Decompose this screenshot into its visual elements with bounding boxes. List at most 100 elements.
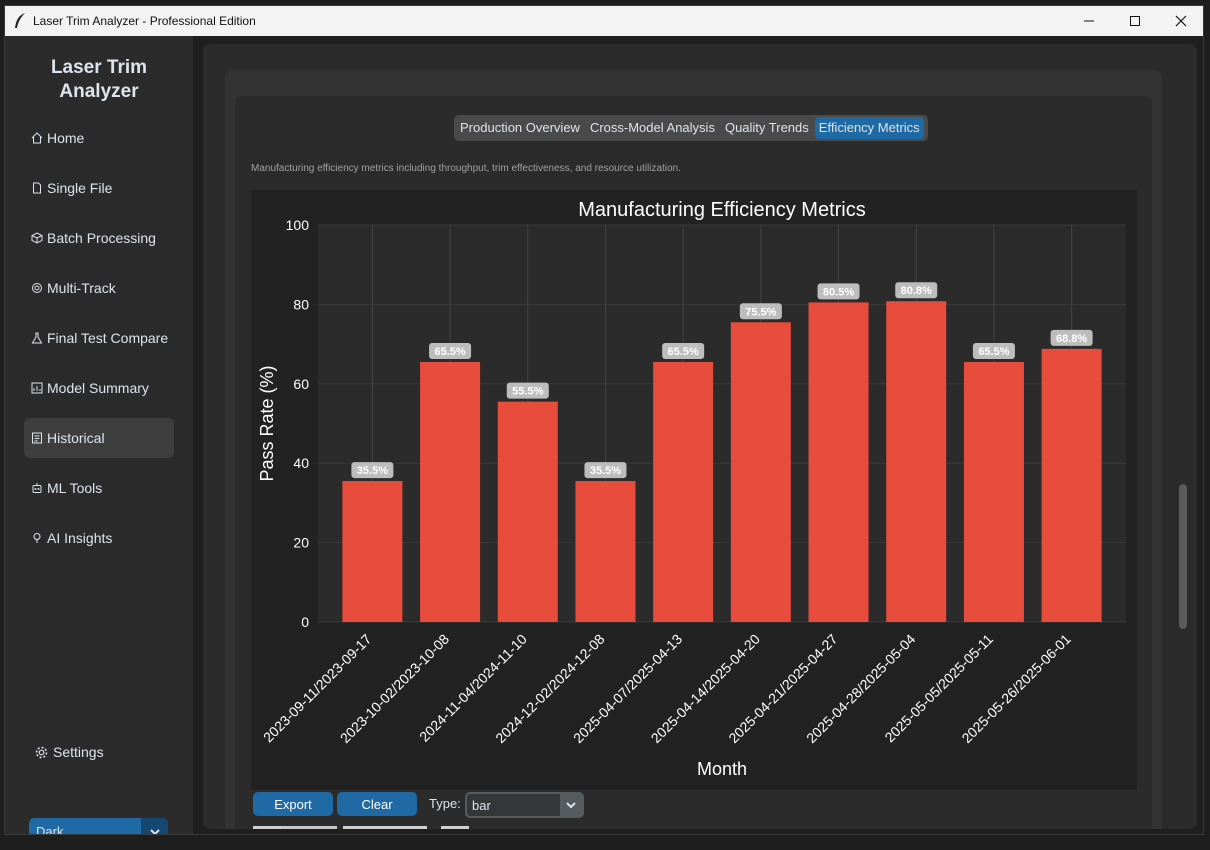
chevron-down-icon[interactable] (141, 818, 168, 834)
feather-icon (13, 12, 27, 30)
main-content: Production Overview Cross-Model Analysis… (203, 44, 1197, 829)
package-icon (30, 232, 44, 244)
y-tick-label: 40 (293, 455, 309, 471)
data-label: 55.5% (512, 386, 543, 398)
sidebar-item-label: AI Insights (47, 530, 113, 546)
sidebar-item-label: Model Summary (47, 380, 149, 396)
home-icon (30, 132, 44, 144)
window-title: Laser Trim Analyzer - Professional Editi… (33, 14, 256, 28)
data-label: 75.5% (745, 306, 776, 318)
bar (497, 401, 558, 622)
y-axis-label: Pass Rate (%) (257, 365, 277, 481)
theme-dropdown[interactable]: Dark (29, 818, 168, 835)
main-scrollbar[interactable] (1179, 484, 1187, 629)
maximize-button[interactable] (1112, 6, 1158, 36)
flask-icon (30, 332, 44, 344)
sidebar-item-label: Final Test Compare (47, 330, 169, 346)
sidebar-item-label: Single File (47, 180, 113, 196)
sidebar-item-label: Batch Processing (47, 230, 156, 246)
tab-cross-model-analysis[interactable]: Cross-Model Analysis (586, 117, 719, 139)
data-label: 65.5% (978, 346, 1009, 358)
bar (1041, 348, 1102, 622)
pan-icon[interactable] (343, 826, 371, 829)
sidebar-item-label: ML Tools (47, 480, 103, 496)
theme-value: Dark (36, 824, 64, 835)
target-icon (30, 282, 44, 294)
chart-type-dropdown[interactable]: bar (465, 792, 584, 818)
sidebar-item-ml-tools[interactable]: ML Tools (24, 468, 174, 508)
close-icon (1175, 15, 1187, 27)
sidebar-item-model-summary[interactable]: Model Summary (24, 368, 174, 408)
chart-controls: Export Clear Type: bar (253, 792, 1133, 822)
sidebar-item-single-file[interactable]: Single File (24, 168, 174, 208)
bar (808, 302, 869, 622)
data-label: 65.5% (668, 346, 699, 358)
close-button[interactable] (1158, 6, 1203, 36)
sidebar-item-multi-track[interactable]: Multi-Track (24, 268, 174, 308)
chart-svg: Manufacturing Efficiency Metrics 0 20 40 60 8… (257, 199, 1126, 779)
data-label: 65.5% (434, 346, 465, 358)
chart-title: Manufacturing Efficiency Metrics (578, 199, 866, 221)
data-label: 68.8% (1056, 333, 1087, 345)
y-tick-label: 0 (301, 614, 309, 630)
x-axis-label: Month (697, 759, 747, 779)
sidebar-item-batch-processing[interactable]: Batch Processing (24, 218, 174, 258)
sidebar-item-label: Multi-Track (47, 280, 116, 296)
sidebar-item-home[interactable]: Home (24, 118, 174, 158)
app-logo: Laser Trim Analyzer (5, 56, 193, 104)
document-icon (30, 182, 44, 194)
save-icon[interactable] (441, 826, 469, 829)
y-tick-label: 60 (293, 376, 309, 392)
title-bar: Laser Trim Analyzer - Professional Editi… (5, 6, 1203, 36)
tab-quality-trends[interactable]: Quality Trends (721, 117, 813, 139)
configure-subplots-icon[interactable] (399, 826, 427, 829)
tab-production-overview[interactable]: Production Overview (456, 117, 584, 139)
analytics-panel: Production Overview Cross-Model Analysis… (225, 70, 1162, 829)
sidebar-item-label: Home (47, 130, 85, 146)
history-icon (30, 432, 44, 444)
data-label: 80.5% (823, 286, 854, 298)
bar (342, 481, 403, 622)
tab-description: Manufacturing efficiency metrics includi… (251, 163, 681, 174)
tab-bar: Production Overview Cross-Model Analysis… (454, 115, 928, 141)
settings-label: Settings (53, 744, 104, 760)
sidebar-item-label: Historical (47, 430, 105, 446)
chart-type-value: bar (472, 798, 491, 813)
type-label: Type: (429, 796, 461, 811)
zoom-icon[interactable] (371, 826, 399, 829)
home-view-icon[interactable] (253, 826, 281, 829)
gear-icon (33, 745, 49, 760)
chevron-down-icon[interactable] (560, 794, 582, 816)
efficiency-chart: Manufacturing Efficiency Metrics 0 20 40 60 8… (251, 190, 1137, 790)
bar (420, 361, 481, 622)
maximize-icon (1130, 16, 1140, 26)
lightbulb-icon (30, 532, 44, 544)
back-icon[interactable] (281, 826, 309, 829)
settings-button[interactable]: Settings (24, 732, 174, 772)
clear-button[interactable]: Clear (337, 792, 417, 816)
sidebar-item-ai-insights[interactable]: AI Insights (24, 518, 174, 558)
sidebar: Laser Trim Analyzer Home Single File Bat… (5, 36, 193, 835)
data-label: 80.8% (901, 285, 932, 297)
forward-icon[interactable] (309, 826, 337, 829)
bar (575, 481, 636, 622)
data-label: 35.5% (590, 465, 621, 477)
export-button[interactable]: Export (253, 792, 333, 816)
tab-efficiency-metrics[interactable]: Efficiency Metrics (814, 117, 924, 139)
robot-icon (30, 482, 44, 494)
bar (730, 322, 791, 622)
y-tick-label: 20 (293, 535, 309, 551)
logo-line-1: Laser Trim (50, 57, 148, 78)
minimize-icon (1084, 20, 1094, 22)
app-window: Laser Trim Analyzer - Professional Editi… (4, 5, 1204, 835)
bar (653, 361, 714, 622)
bar (963, 361, 1024, 622)
minimize-button[interactable] (1066, 6, 1112, 36)
data-label: 35.5% (357, 465, 388, 477)
y-tick-label: 100 (286, 217, 310, 233)
sidebar-item-final-test-compare[interactable]: Final Test Compare (24, 318, 174, 358)
sidebar-item-historical[interactable]: Historical (24, 418, 174, 458)
chart-icon (30, 382, 44, 394)
logo-line-2: Analyzer (59, 81, 139, 102)
bar (886, 301, 947, 622)
